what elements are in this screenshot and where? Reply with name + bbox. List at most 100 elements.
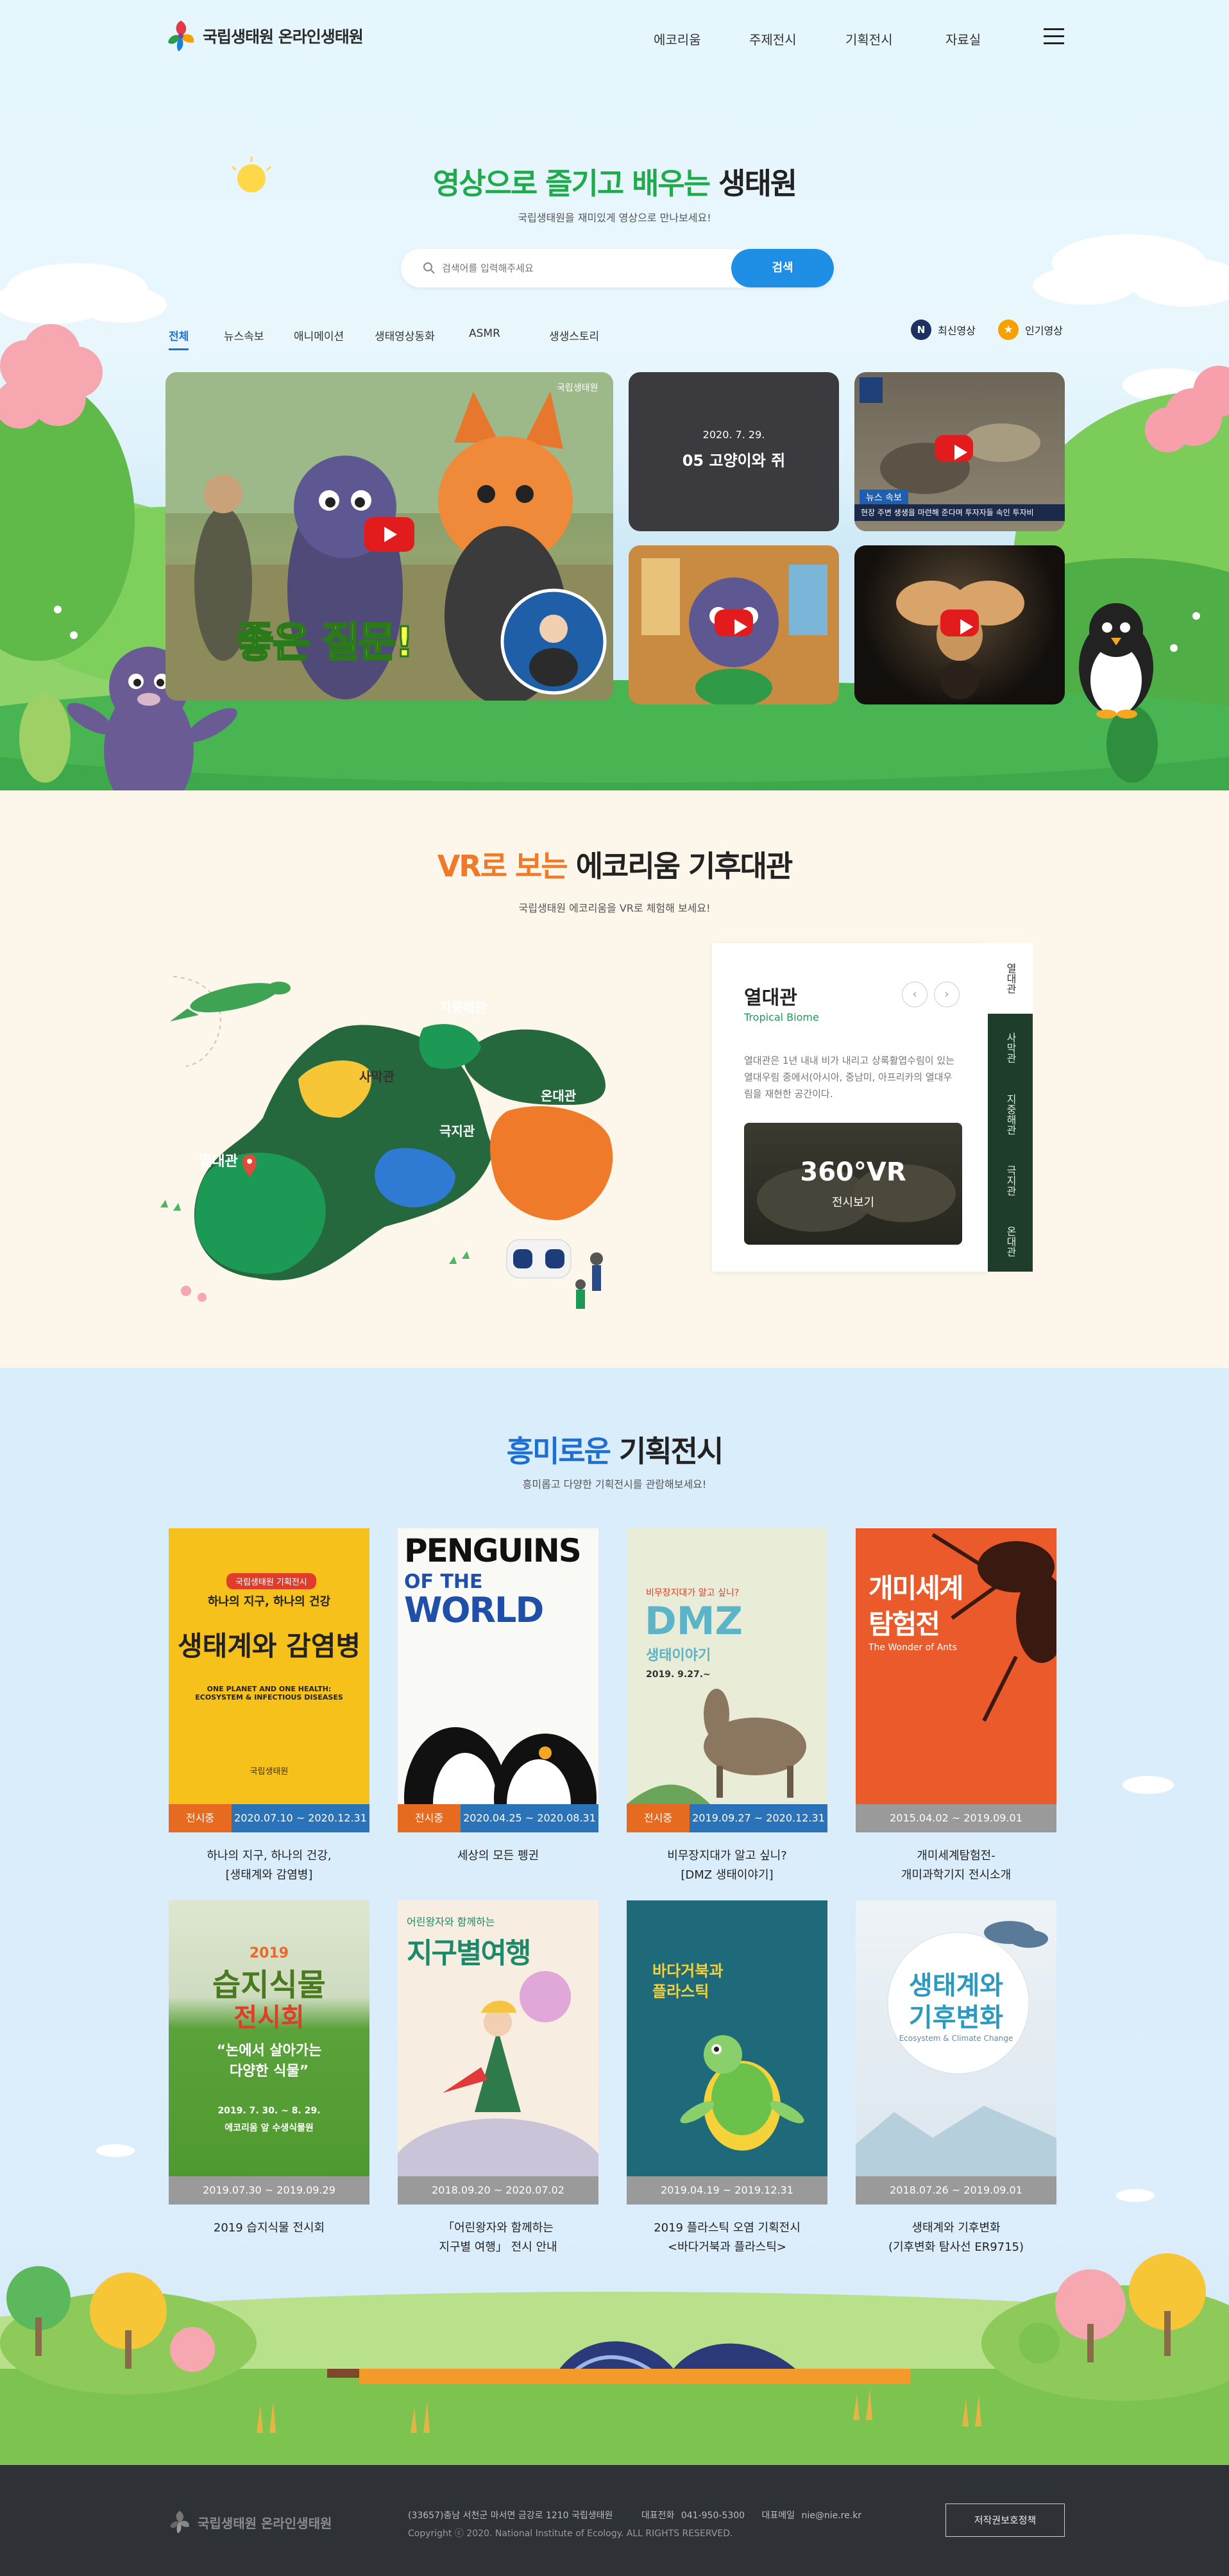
- poster-text: 다양한 식물”: [229, 2063, 309, 2079]
- vr-button-subtitle: 전시보기: [831, 1196, 875, 1209]
- zone-desert[interactable]: 사막관: [359, 1066, 394, 1085]
- poster-text: 기후변화: [908, 2003, 1004, 2033]
- prev-arrow-icon[interactable]: ‹: [902, 982, 928, 1007]
- exhibit-section: 흥미로운 기획전시 흥미롭고 다양한 기획전시를 관람해보세요! 국립생태원 기…: [0, 1368, 1229, 2465]
- video-card-seal[interactable]: [629, 545, 839, 704]
- zone-temperate[interactable]: 온대관: [541, 1086, 576, 1104]
- side-tab-desert[interactable]: 사막관: [988, 1019, 1033, 1077]
- biome-map: [160, 976, 613, 1309]
- exhibit-date-bar: 2015.04.02 ~ 2019.09.01: [856, 1804, 1056, 1832]
- youtube-play-icon[interactable]: [935, 435, 973, 462]
- sea-turtle-illustration: [680, 2035, 804, 2151]
- nav-theme-exhibit[interactable]: 주제전시: [749, 30, 797, 48]
- exhibit-caption: 2019 플라스틱 오염 기획전시 <바다거북과 플라스틱>: [654, 2221, 801, 2254]
- exhibit-title-highlight: 흥미로운: [506, 1434, 611, 1469]
- footer-logo[interactable]: 국립생태원 온라인생태원: [168, 2510, 332, 2534]
- news-tag: 뉴스 속보: [860, 490, 908, 505]
- youtube-play-icon[interactable]: [940, 610, 979, 636]
- side-tab-polar[interactable]: 극지관: [988, 1152, 1033, 1209]
- side-tab-mediterranean[interactable]: 지중해관: [988, 1079, 1033, 1150]
- biome-description: 열대관은 1년 내내 비가 내리고 상록활엽수림이 있는 열대우림 중에서(아시…: [744, 1055, 954, 1100]
- biome-title: 열대관: [744, 987, 797, 1009]
- biome-info-panel: 열대관 Tropical Biome ‹ › 열대관은 1년 내내 비가 내리고…: [712, 943, 988, 1272]
- tab-asmr[interactable]: ASMR: [469, 327, 500, 340]
- poster-text: 2019. 7. 30. ~ 8. 29.: [217, 2106, 321, 2116]
- poster-text: 생태계와 감염병: [177, 1630, 361, 1662]
- zone-polar[interactable]: 극지관: [439, 1121, 475, 1139]
- exhibit-poster-7: 바다거북과 플라스틱: [627, 1900, 827, 2176]
- little-prince-illustration: [398, 1971, 598, 2176]
- exhibit-poster-6: 어린왕자와 함께하는 지구별여행: [398, 1900, 598, 2176]
- search-icon: [423, 262, 435, 274]
- side-tab-tropical[interactable]: 열대관: [988, 943, 1033, 1014]
- nav-special-exhibit[interactable]: 기획전시: [845, 30, 893, 48]
- video-card-cat-and-mouse[interactable]: 2020. 7. 29. 05 고양이와 쥐: [629, 372, 839, 531]
- zone-mediterranean[interactable]: 지중해관: [439, 997, 487, 1016]
- video-card-fox[interactable]: [854, 545, 1065, 704]
- footer-logo-text: 국립생태원 온라인생태원: [198, 2515, 332, 2531]
- tab-all[interactable]: 전체: [169, 327, 189, 350]
- footer-email[interactable]: nie@nie.re.kr: [801, 2511, 861, 2521]
- video-card-title: 05 고양이와 쥐: [682, 452, 786, 470]
- nav-ecorium[interactable]: 에코리움: [654, 30, 701, 48]
- deer-illustration: [627, 1689, 806, 1804]
- poster-text: 탐험전: [869, 1608, 940, 1640]
- biome-english-name: Tropical Biome: [744, 1011, 819, 1023]
- next-arrow-icon[interactable]: ›: [934, 982, 960, 1007]
- star-icon: ★: [998, 320, 1019, 340]
- footer-tel-label: 대표전화: [641, 2511, 675, 2521]
- sort-popular[interactable]: ★ 인기영상: [998, 320, 1063, 340]
- search-button[interactable]: 검색: [731, 249, 834, 287]
- crocodile-illustration: [170, 982, 291, 1021]
- sort-latest[interactable]: N 최신영상: [911, 320, 976, 340]
- youtube-play-icon[interactable]: [715, 610, 753, 636]
- site-logo[interactable]: 국립생태원 온라인생태원: [165, 19, 364, 53]
- tab-vivid-story[interactable]: 생생스토리: [549, 327, 599, 343]
- copyright-policy-button[interactable]: 저작권보호정책: [945, 2503, 1065, 2537]
- poster-text: 생태이야기: [646, 1648, 711, 1664]
- exhibit-date-bar: 2019.04.19 ~ 2019.12.31: [627, 2176, 827, 2205]
- exhibit-poster-8: 생태계와 기후변화 Ecosystem & Climate Change: [856, 1900, 1056, 2176]
- zone-tropical[interactable]: 열대관: [199, 1150, 238, 1170]
- poster-text: 국립생태원: [250, 1767, 289, 1777]
- poster-text: 에코리움 앞 수생식물원: [225, 2123, 314, 2133]
- youtube-play-icon[interactable]: [364, 517, 414, 552]
- exhibit-date: 2018.07.26 ~ 2019.09.01: [856, 2176, 1056, 2205]
- menu-icon[interactable]: [1044, 28, 1064, 45]
- exhibit-date-bar: 전시중 2019.09.27 ~ 2020.12.31: [627, 1804, 827, 1832]
- exhibit-caption: 세상의 모든 펭귄: [457, 1849, 539, 1863]
- exhibit-date: 2019.04.19 ~ 2019.12.31: [627, 2176, 827, 2205]
- footer-contact: (33657)충남 서천군 마서면 금강로 1210 국립생태원 대표전화 04…: [408, 2509, 861, 2521]
- site-footer: 국립생태원 온라인생태원 (33657)충남 서천군 마서면 금강로 1210 …: [0, 2465, 1229, 2576]
- video-card-news[interactable]: 뉴스 속보 현장 주변 생생을 마련해 준다며 투자자들 속인 투자비: [854, 372, 1065, 531]
- video-section: 영상으로 즐기고 배우는 생태원 국립생태원을 재미있게 영상으로 만나보세요!…: [0, 71, 1229, 790]
- vr-title-highlight: VR로 보는: [437, 849, 568, 883]
- poster-text: 전시회: [233, 2003, 305, 2033]
- exhibit-section-subtitle: 흥미롭고 다양한 기획전시를 관람해보세요!: [522, 1478, 707, 1490]
- tab-animation[interactable]: 애니메이션: [294, 327, 344, 343]
- tab-news[interactable]: 뉴스속보: [224, 327, 264, 343]
- vr-title-rest: 에코리움 기후대관: [575, 849, 793, 883]
- tab-eco-story[interactable]: 생태영상동화: [375, 327, 435, 343]
- vr-section-title: VR로 보는 에코리움 기후대관: [0, 843, 1229, 885]
- penguin-illustration: [404, 1727, 597, 1804]
- exhibit-date: 2019.07.30 ~ 2019.09.29: [169, 2176, 369, 2205]
- exhibit-date-bar: 2019.07.30 ~ 2019.09.29: [169, 2176, 369, 2205]
- status-badge: 전시중: [398, 1804, 461, 1832]
- vr-view-button[interactable]: 360°VR 전시보기: [744, 1123, 962, 1245]
- poster-text: “논에서 살아가는: [216, 2043, 322, 2059]
- side-tab-temperate[interactable]: 온대관: [988, 1213, 1033, 1270]
- status-badge: 전시중: [627, 1804, 690, 1832]
- poster-text: DMZ: [645, 1599, 743, 1644]
- nav-archive[interactable]: 자료실: [945, 30, 981, 48]
- search-input[interactable]: [442, 258, 699, 278]
- status-badge: 전시중: [169, 1804, 232, 1832]
- poster-text: 국립생태원 기획전시: [226, 1573, 316, 1589]
- main-video-thumbnail[interactable]: 국립생태원 좋은 질문!: [165, 372, 613, 701]
- exhibit-caption: 비무장지대가 알고 싶니? [DMZ 생태이야기]: [667, 1849, 787, 1882]
- logo-leaf-icon: [168, 21, 194, 51]
- exhibit-caption: 「어린왕자와 함께하는 지구별 여행」 전시 안내: [439, 2221, 557, 2254]
- exhibit-caption: 하나의 지구, 하나의 건강, [생태계와 감염병]: [207, 1849, 332, 1882]
- exhibit-date-bar: 2018.09.20 ~ 2020.07.02: [398, 2176, 598, 2205]
- footer-logo-icon: [170, 2511, 189, 2534]
